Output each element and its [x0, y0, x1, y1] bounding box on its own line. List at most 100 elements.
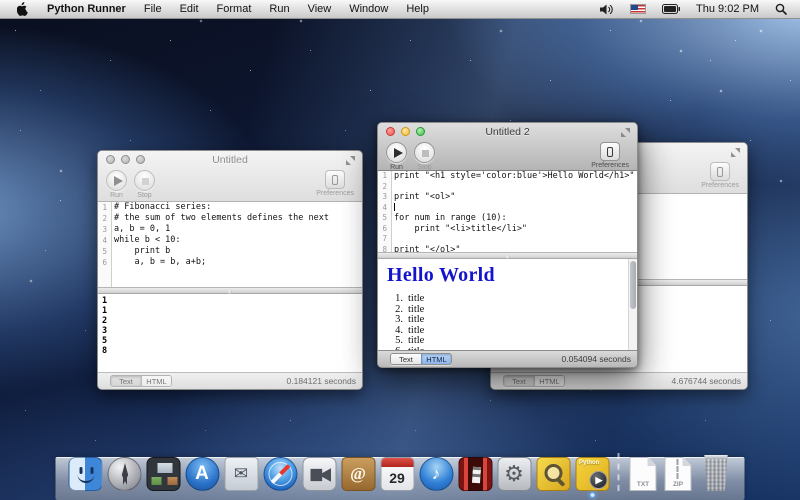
code-line — [390, 182, 394, 193]
code-line: print "</ol>" — [390, 245, 461, 253]
html-segment[interactable]: HTML — [141, 376, 171, 386]
menu-format[interactable]: Format — [208, 0, 261, 18]
code-line: while b < 10: — [110, 235, 181, 246]
dock-photo-booth-icon[interactable] — [458, 457, 492, 491]
html-output-area[interactable]: Hello World 1.title 2.title 3.title 4.ti… — [378, 259, 637, 350]
preferences-icon — [332, 175, 338, 185]
input-source-flag-icon[interactable] — [625, 0, 651, 18]
execution-time: 4.676744 seconds — [672, 376, 741, 386]
stop-icon — [422, 150, 429, 157]
output-mode-switch: Text HTML — [110, 375, 172, 387]
dock-finder-icon[interactable] — [68, 457, 102, 491]
dock: A ✉ @ 29 ♪ ⚙ Python ▶ TXT ZIP — [56, 451, 745, 500]
code-editor[interactable]: 1print "<h1 style='color:blue'>Hello Wor… — [378, 171, 637, 252]
scrollbar-thumb[interactable] — [630, 261, 636, 309]
dock-itunes-icon[interactable]: ♪ — [419, 457, 453, 491]
window-untitled-2[interactable]: Untitled 2 Run Stop Preferences 1print "… — [377, 122, 638, 368]
window-untitled[interactable]: Untitled Run Stop Preferences 1# Fibonac… — [97, 150, 363, 390]
output-line: 5 — [102, 336, 362, 346]
dock-ical-icon[interactable]: 29 — [380, 457, 414, 491]
dock-facetime-icon[interactable] — [302, 457, 336, 491]
pane-splitter[interactable] — [98, 287, 362, 294]
preferences-button[interactable]: Preferences — [591, 142, 629, 169]
stop-icon — [142, 178, 149, 185]
text-segment[interactable]: Text — [391, 354, 421, 364]
text-segment[interactable]: Text — [111, 376, 141, 386]
bottom-bar: Text HTML 0.054094 seconds — [378, 350, 637, 367]
menu-window[interactable]: Window — [340, 0, 397, 18]
fullscreen-icon[interactable] — [621, 128, 630, 137]
menu-clock[interactable]: Thu 9:02 PM — [691, 0, 764, 18]
vertical-scrollbar[interactable] — [628, 259, 637, 350]
code-line: print b — [110, 246, 170, 257]
dock-mail-icon[interactable]: ✉ — [224, 457, 258, 491]
stop-button[interactable]: Stop — [414, 142, 435, 171]
titlebar[interactable]: Untitled 2 — [378, 123, 637, 140]
zoom-button[interactable] — [416, 127, 425, 136]
menu-view[interactable]: View — [299, 0, 341, 18]
pane-splitter[interactable] — [378, 252, 637, 259]
code-line: # Fibonacci series: — [110, 202, 211, 213]
output-area[interactable]: 1 1 2 3 5 8 — [98, 294, 362, 372]
battery-menu-icon[interactable] — [657, 0, 685, 18]
preferences-icon — [607, 147, 613, 157]
dock-separator — [613, 451, 625, 491]
run-button[interactable]: Run — [386, 142, 407, 171]
fullscreen-icon[interactable] — [731, 148, 740, 157]
menu-file[interactable]: File — [135, 0, 171, 18]
preferences-button[interactable]: Preferences — [316, 170, 354, 197]
dock-mission-control-icon[interactable] — [146, 457, 180, 491]
dock-system-preferences-icon[interactable]: ⚙ — [497, 457, 531, 491]
rendered-ordered-list: 1.title 2.title 3.title 4.title 5.title … — [378, 294, 637, 350]
html-segment[interactable]: HTML — [421, 354, 451, 364]
run-button[interactable]: Run — [106, 170, 127, 199]
preferences-button[interactable]: Preferences — [701, 162, 739, 189]
zoom-button[interactable] — [136, 155, 145, 164]
code-line: print "<ol>" — [390, 192, 455, 203]
apple-menu[interactable] — [8, 0, 38, 18]
code-editor[interactable]: 1# Fibonacci series: 2# the sum of two e… — [98, 202, 362, 287]
code-line: print "<h1 style='color:blue'>Hello Worl… — [390, 171, 635, 182]
dock-python-runner-icon[interactable]: Python ▶ — [575, 457, 609, 491]
output-mode-switch: Text HTML — [503, 375, 565, 387]
text-segment[interactable]: Text — [504, 376, 534, 386]
code-line: print "<li>title</li>" — [390, 224, 527, 235]
output-mode-switch: Text HTML — [390, 353, 452, 365]
volume-menu-icon[interactable] — [595, 0, 619, 18]
close-button[interactable] — [106, 155, 115, 164]
play-icon — [394, 148, 403, 158]
dock-app-store-icon[interactable]: A — [185, 457, 219, 491]
execution-time: 0.184121 seconds — [287, 376, 356, 386]
output-line: 1 — [102, 296, 362, 306]
window-title: Untitled 2 — [485, 126, 529, 138]
code-line: a, b = 0, 1 — [110, 224, 170, 235]
dock-address-book-icon[interactable]: @ — [341, 457, 375, 491]
menu-run[interactable]: Run — [260, 0, 298, 18]
output-line: 8 — [102, 346, 362, 356]
titlebar[interactable]: Untitled — [98, 151, 362, 168]
dock-trash-icon[interactable] — [702, 455, 731, 491]
code-line — [390, 234, 394, 245]
menu-edit[interactable]: Edit — [171, 0, 208, 18]
dock-txt-document-icon[interactable]: TXT — [630, 457, 657, 491]
output-line: 2 — [102, 316, 362, 326]
app-menu-title[interactable]: Python Runner — [38, 0, 135, 18]
bottom-bar: Text HTML 0.184121 seconds — [98, 372, 362, 389]
running-indicator — [589, 492, 595, 498]
preferences-icon — [717, 167, 723, 177]
stop-button[interactable]: Stop — [134, 170, 155, 199]
dock-zip-archive-icon[interactable]: ZIP — [665, 457, 692, 491]
dock-launchpad-icon[interactable] — [107, 457, 141, 491]
dock-search-utility-icon[interactable] — [536, 457, 570, 491]
play-icon — [114, 176, 123, 186]
fullscreen-icon[interactable] — [346, 156, 355, 165]
dock-safari-icon[interactable] — [263, 457, 297, 491]
menu-help[interactable]: Help — [397, 0, 438, 18]
text-caret — [394, 203, 395, 211]
html-segment[interactable]: HTML — [534, 376, 564, 386]
code-line: a, b = b, a+b; — [110, 257, 206, 268]
minimize-button[interactable] — [121, 155, 130, 164]
close-button[interactable] — [386, 127, 395, 136]
minimize-button[interactable] — [401, 127, 410, 136]
spotlight-icon[interactable] — [770, 0, 792, 18]
